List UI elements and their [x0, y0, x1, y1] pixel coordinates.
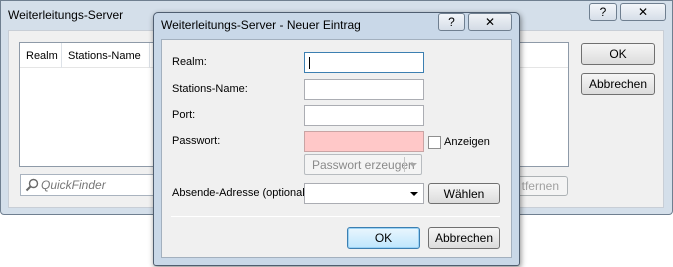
ok-button[interactable]: OK — [347, 227, 420, 249]
generate-password-label: Passwort erzeugen — [312, 157, 415, 172]
background-help-button[interactable]: ? — [589, 3, 617, 21]
close-icon: ✕ — [637, 5, 649, 19]
port-label: Port: — [172, 109, 196, 121]
split-divider — [404, 157, 405, 172]
quickfinder-placeholder: QuickFinder — [41, 178, 106, 192]
station-name-input[interactable] — [304, 79, 424, 100]
sender-address-dropdown[interactable] — [304, 183, 424, 204]
background-cancel-button[interactable]: Abbrechen — [581, 73, 655, 95]
realm-input[interactable] — [304, 52, 424, 73]
dialog-close-button[interactable]: ✕ — [468, 13, 512, 31]
chevron-down-icon — [410, 192, 418, 196]
column-header-station-name[interactable]: Stations-Name — [62, 43, 150, 68]
realm-label: Realm: — [172, 56, 207, 68]
help-icon: ? — [599, 5, 607, 19]
dialog-help-button[interactable]: ? — [438, 13, 465, 31]
quickfinder-input[interactable]: QuickFinder — [20, 174, 160, 196]
column-header-realm[interactable]: Realm — [20, 43, 62, 68]
background-window-title: Weiterleitungs-Server — [8, 8, 124, 22]
password-input[interactable] — [304, 131, 424, 152]
generate-password-button[interactable]: Passwort erzeugen — [304, 154, 422, 175]
station-name-label: Stations-Name: — [172, 83, 248, 95]
port-input[interactable] — [304, 105, 424, 126]
dialog-separator — [171, 216, 500, 217]
background-close-button[interactable]: ✕ — [620, 3, 666, 21]
choose-button[interactable]: Wählen — [428, 183, 500, 204]
background-ok-button[interactable]: OK — [581, 43, 655, 65]
cancel-button[interactable]: Abbrechen — [428, 227, 500, 249]
show-password-checkbox[interactable] — [428, 136, 441, 149]
chevron-down-icon — [409, 163, 417, 167]
close-icon: ✕ — [484, 15, 496, 29]
search-icon — [25, 178, 39, 192]
text-caret — [309, 57, 310, 69]
password-label: Passwort: — [172, 135, 221, 147]
show-password-label[interactable]: Anzeigen — [444, 136, 490, 148]
dialog-title: Weiterleitungs-Server - Neuer Eintrag — [161, 18, 361, 32]
help-icon: ? — [448, 15, 455, 29]
sender-address-label: Absende-Adresse (optional): — [172, 187, 312, 199]
